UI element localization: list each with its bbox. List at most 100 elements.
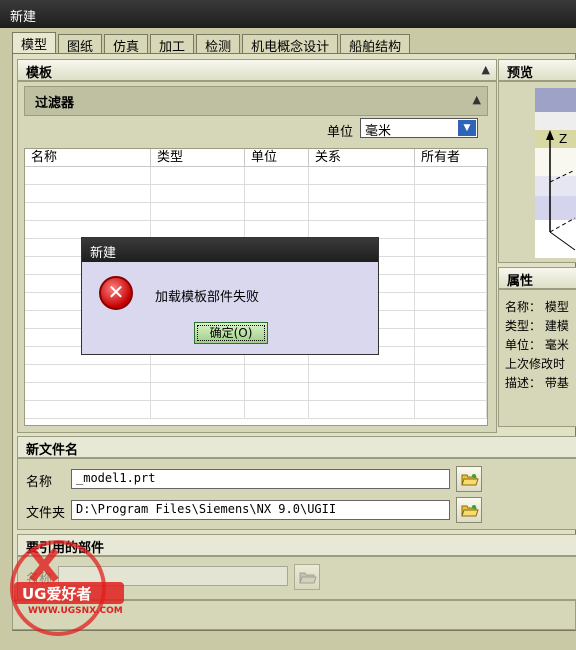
tab-mechatronics[interactable]: 机电概念设计 bbox=[242, 34, 339, 55]
table-cell bbox=[309, 185, 415, 202]
preview-image bbox=[535, 88, 576, 258]
table-cell bbox=[151, 221, 245, 238]
table-cell bbox=[25, 221, 151, 238]
watermark-brand: UG爱好者 bbox=[22, 585, 92, 603]
table-cell bbox=[245, 401, 309, 418]
table-row bbox=[25, 383, 487, 401]
properties-section-title: 属性 bbox=[507, 274, 534, 289]
table-cell bbox=[415, 401, 487, 418]
table-cell bbox=[415, 293, 487, 310]
table-cell bbox=[415, 329, 487, 346]
table-cell bbox=[25, 401, 151, 418]
browse-name-button[interactable] bbox=[456, 466, 482, 492]
table-row bbox=[25, 167, 487, 185]
property-row: 上次修改时 bbox=[505, 357, 566, 371]
column-header-unit[interactable]: 单位 bbox=[245, 149, 309, 166]
preview-panel: Z bbox=[498, 81, 576, 263]
column-header-owner[interactable]: 所有者 bbox=[415, 149, 487, 166]
table-cell bbox=[245, 167, 309, 184]
table-cell bbox=[415, 203, 487, 220]
table-cell bbox=[309, 203, 415, 220]
filter-header[interactable]: 过滤器 ▲ bbox=[24, 86, 488, 116]
property-row: 单位： 毫米 bbox=[505, 338, 569, 352]
properties-section-header[interactable]: 属性 bbox=[498, 267, 576, 289]
preview-section-title: 预览 bbox=[507, 66, 534, 81]
dialog-title: 新建 bbox=[90, 246, 117, 261]
z-axis-label: Z bbox=[559, 132, 568, 146]
table-cell bbox=[25, 383, 151, 400]
tab-manufacturing[interactable]: 加工 bbox=[150, 34, 195, 55]
table-row bbox=[25, 185, 487, 203]
open-folder-icon bbox=[461, 474, 479, 486]
column-header-type[interactable]: 类型 bbox=[151, 149, 245, 166]
property-row: 类型： 建模 bbox=[505, 319, 569, 333]
table-cell bbox=[151, 401, 245, 418]
table-cell bbox=[151, 203, 245, 220]
window-title-bar: 新建 bbox=[0, 0, 576, 28]
table-cell bbox=[309, 401, 415, 418]
open-folder-icon bbox=[299, 572, 317, 584]
column-header-name[interactable]: 名称 bbox=[25, 149, 151, 166]
tab-model[interactable]: 模型 bbox=[12, 32, 57, 54]
unit-label: 单位 bbox=[327, 125, 354, 140]
dropdown-arrow-icon[interactable]: ▼ bbox=[458, 120, 476, 136]
template-section-header[interactable]: 模板 ▲ bbox=[17, 59, 497, 81]
window-title: 新建 bbox=[10, 10, 37, 25]
table-cell bbox=[415, 239, 487, 256]
table-cell bbox=[25, 167, 151, 184]
table-cell bbox=[415, 185, 487, 202]
table-cell bbox=[415, 167, 487, 184]
table-cell bbox=[309, 383, 415, 400]
table-header: 名称 类型 单位 关系 所有者 bbox=[25, 149, 487, 167]
tab-bar: 模型 图纸 仿真 加工 检测 机电概念设计 船舶结构 bbox=[12, 32, 412, 55]
column-header-relation[interactable]: 关系 bbox=[309, 149, 415, 166]
table-cell bbox=[415, 275, 487, 292]
table-cell bbox=[415, 365, 487, 382]
table-cell bbox=[415, 347, 487, 364]
table-cell bbox=[245, 365, 309, 382]
table-cell bbox=[309, 167, 415, 184]
error-dialog: 新建 ✕ 加载模板部件失败 确定(O) bbox=[81, 237, 379, 355]
table-cell bbox=[415, 221, 487, 238]
tab-ship-structure[interactable]: 船舶结构 bbox=[340, 34, 411, 55]
table-cell bbox=[245, 221, 309, 238]
table-cell bbox=[151, 167, 245, 184]
preview-section-header[interactable]: 预览 bbox=[498, 59, 576, 81]
ok-button[interactable]: 确定(O) bbox=[194, 322, 268, 344]
table-cell bbox=[309, 221, 415, 238]
table-cell bbox=[25, 365, 151, 382]
file-name-input[interactable]: _model1.prt bbox=[71, 469, 450, 489]
open-folder-icon bbox=[461, 505, 479, 517]
table-cell bbox=[415, 311, 487, 328]
collapse-chevron-icon[interactable]: ▲ bbox=[482, 63, 490, 76]
template-section-title: 模板 bbox=[26, 66, 53, 81]
properties-panel: 名称： 模型 类型： 建模 单位： 毫米 上次修改时 描述： 带基 bbox=[498, 289, 576, 427]
filter-title: 过滤器 bbox=[35, 96, 75, 111]
property-row: 描述： 带基 bbox=[505, 376, 569, 390]
unit-dropdown-value: 毫米 bbox=[365, 124, 392, 139]
tab-inspection[interactable]: 检测 bbox=[196, 34, 241, 55]
new-file-section-title: 新文件名 bbox=[26, 443, 79, 458]
table-cell bbox=[151, 185, 245, 202]
browse-reference-button bbox=[294, 564, 320, 590]
tab-drawing[interactable]: 图纸 bbox=[58, 34, 103, 55]
dialog-title-bar: 新建 bbox=[82, 238, 378, 262]
file-name-label: 名称 bbox=[26, 475, 53, 490]
watermark-url: WWW.UGSNX.COM bbox=[28, 606, 123, 616]
watermark-logo: UG爱好者 WWW.UGSNX.COM bbox=[8, 530, 128, 640]
tab-simulation[interactable]: 仿真 bbox=[104, 34, 149, 55]
table-row bbox=[25, 203, 487, 221]
table-row bbox=[25, 365, 487, 383]
folder-label: 文件夹 bbox=[26, 506, 66, 521]
property-row: 名称： 模型 bbox=[505, 300, 569, 314]
filter-collapse-chevron-icon[interactable]: ▲ bbox=[473, 93, 481, 106]
error-message: 加载模板部件失败 bbox=[155, 290, 260, 305]
folder-path-input[interactable]: D:\Program Files\Siemens\NX 9.0\UGII bbox=[71, 500, 450, 520]
table-cell bbox=[245, 383, 309, 400]
unit-dropdown[interactable]: 毫米 ▼ bbox=[360, 118, 478, 139]
browse-folder-button[interactable] bbox=[456, 497, 482, 523]
new-file-section-header[interactable]: 新文件名 bbox=[17, 436, 576, 458]
table-cell bbox=[25, 185, 151, 202]
table-cell bbox=[309, 365, 415, 382]
table-cell bbox=[415, 257, 487, 274]
